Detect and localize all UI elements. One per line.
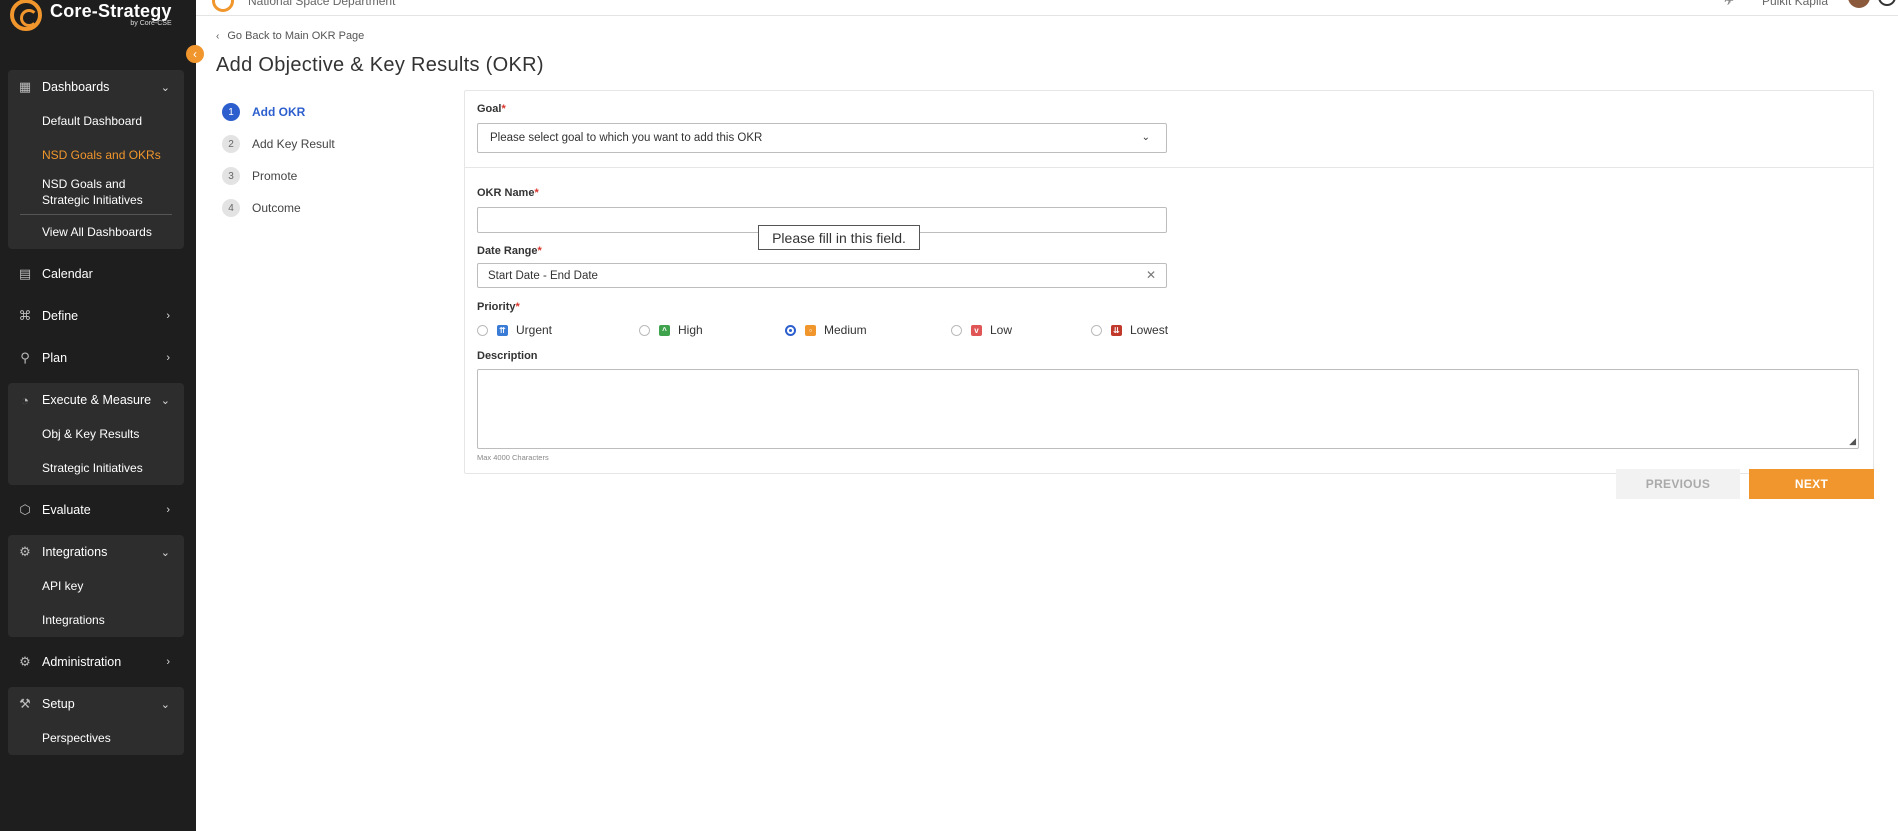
calendar-icon: ▤	[18, 266, 32, 281]
priority-low[interactable]: v Low	[951, 323, 1012, 337]
sidebar-item-administration[interactable]: ⚙ Administration ›	[8, 645, 184, 679]
validation-tooltip: Please fill in this field.	[758, 225, 920, 250]
sidebar-item-setup[interactable]: ⚒ Setup ⌄	[8, 687, 184, 721]
radio-high[interactable]	[639, 324, 650, 336]
plan-icon: ⚲	[20, 350, 30, 365]
goal-section: Goal* Please select goal to which you wa…	[465, 91, 1873, 168]
user-name[interactable]: Pulkit Kapila	[1762, 0, 1828, 8]
chevron-down-icon: ⌄	[1141, 132, 1150, 143]
description-label: Description	[477, 350, 538, 362]
sidebar-item-view-all-dashboards[interactable]: View All Dashboards	[8, 215, 184, 249]
main-content: ‹ Go Back to Main OKR Page Add Objective…	[196, 16, 1898, 831]
brand[interactable]: Core-Strategy by Core-CSE	[10, 0, 172, 34]
chevron-down-icon: ⌄	[160, 546, 170, 559]
chevron-down-icon: v	[971, 324, 982, 336]
integrations-icon: ⚙	[19, 544, 31, 559]
sidebar-item-integrations[interactable]: ⚙ Integrations ⌄	[8, 535, 184, 569]
previous-button[interactable]: PREVIOUS	[1616, 469, 1740, 499]
okr-form: Goal* Please select goal to which you wa…	[464, 90, 1874, 474]
org-logo-icon	[212, 0, 234, 12]
brand-sub: by Core-CSE	[130, 20, 172, 27]
step-promote[interactable]: 3 Promote	[222, 160, 335, 192]
chevron-down-icon: ⌄	[160, 81, 170, 94]
sidebar-item-nsd-goals-okrs[interactable]: NSD Goals and OKRs	[8, 138, 184, 172]
priority-urgent[interactable]: ⇈ Urgent	[477, 323, 552, 337]
wrench-icon: ⚒	[19, 696, 31, 711]
next-button[interactable]: NEXT	[1749, 469, 1874, 499]
sidebar-item-api-key[interactable]: API key	[8, 569, 184, 603]
chevron-right-icon: ›	[166, 504, 170, 516]
sidebar-item-perspectives[interactable]: Perspectives	[8, 721, 184, 755]
radio-low[interactable]	[951, 324, 962, 336]
chevron-right-icon: ›	[166, 656, 170, 668]
close-icon[interactable]: ✕	[1146, 268, 1156, 282]
radio-urgent[interactable]	[477, 324, 488, 336]
sidebar-item-define[interactable]: ⌘ Define ›	[8, 299, 184, 333]
nav-group-setup: ⚒ Setup ⌄ Perspectives	[8, 687, 184, 755]
sidebar-item-plan[interactable]: ⚲ Plan ›	[8, 341, 184, 375]
page-title: Add Objective & Key Results (OKR)	[216, 54, 544, 76]
gauge-icon: ◔	[21, 392, 29, 408]
step-outcome[interactable]: 4 Outcome	[222, 192, 335, 224]
priority-medium[interactable]: ▫ Medium	[785, 323, 867, 337]
radio-medium[interactable]	[785, 324, 796, 336]
nav-group-dashboards: ▦ Dashboards ⌄ Default Dashboard NSD Goa…	[8, 70, 184, 249]
double-chevron-down-icon: ⇊	[1111, 324, 1122, 336]
chevron-right-icon: ›	[166, 310, 170, 322]
brand-logo-icon	[10, 0, 42, 31]
okr-name-label: OKR Name*	[477, 187, 539, 199]
nav-group-integrations: ⚙ Integrations ⌄ API key Integrations	[8, 535, 184, 637]
date-range-label: Date Range*	[477, 245, 542, 257]
chevron-up-icon: ^	[659, 324, 670, 336]
chevron-down-icon: ⌄	[160, 698, 170, 711]
back-link[interactable]: ‹ Go Back to Main OKR Page	[216, 30, 364, 42]
brand-name: Core-Strategy	[50, 1, 172, 21]
org-name: National Space Department	[248, 0, 396, 8]
description-hint: Max 4000 Characters	[477, 453, 549, 462]
sidebar-item-strategic-initiatives[interactable]: Strategic Initiatives	[8, 451, 184, 485]
goal-select[interactable]: Please select goal to which you want to …	[477, 123, 1167, 153]
rocket-icon[interactable]: ✈	[1724, 0, 1734, 8]
hierarchy-icon: ⌘	[18, 308, 32, 323]
nav-group-execute: ◔ Execute & Measure ⌄ Obj & Key Results …	[8, 383, 184, 485]
cube-icon: ⬡	[19, 502, 31, 517]
equals-icon: ▫	[805, 324, 816, 336]
radio-lowest[interactable]	[1091, 324, 1102, 336]
dashboard-icon: ▦	[18, 79, 32, 94]
chevron-down-icon: ⌄	[160, 394, 170, 407]
sidebar-item-calendar[interactable]: ▤ Calendar	[8, 257, 184, 291]
sidebar-collapse-button[interactable]: ‹	[186, 45, 204, 63]
resize-handle-icon[interactable]: ◢	[1849, 436, 1856, 447]
globe-icon[interactable]	[1878, 0, 1896, 6]
sidebar-nav: ▦ Dashboards ⌄ Default Dashboard NSD Goa…	[8, 70, 184, 763]
chevron-right-icon: ›	[166, 352, 170, 364]
priority-lowest[interactable]: ⇊ Lowest	[1091, 323, 1168, 337]
sidebar-item-obj-key-results[interactable]: Obj & Key Results	[8, 417, 184, 451]
topbar: National Space Department ✈ Pulkit Kapil…	[196, 0, 1898, 16]
sidebar-item-evaluate[interactable]: ⬡ Evaluate ›	[8, 493, 184, 527]
sidebar-item-dashboards[interactable]: ▦ Dashboards ⌄	[8, 70, 184, 104]
app-root: Core-Strategy by Core-CSE ▦ Dashboards ⌄…	[0, 0, 1898, 831]
priority-radio-group: ⇈ Urgent ^ High ▫ Medium v Low ⇊ Lowest	[477, 323, 1177, 339]
goal-label: Goal*	[477, 103, 506, 115]
date-range-input[interactable]: Start Date - End Date ✕	[477, 263, 1167, 288]
sidebar-item-integrations-sub[interactable]: Integrations	[8, 603, 184, 637]
step-add-key-result[interactable]: 2 Add Key Result	[222, 128, 335, 160]
chevron-left-icon: ‹	[193, 47, 197, 61]
priority-high[interactable]: ^ High	[639, 323, 703, 337]
double-chevron-up-icon: ⇈	[497, 324, 508, 336]
stepper: 1 Add OKR 2 Add Key Result 3 Promote 4 O…	[222, 96, 335, 224]
sidebar-item-default-dashboard[interactable]: Default Dashboard	[8, 104, 184, 138]
priority-label: Priority*	[477, 301, 520, 313]
description-textarea[interactable]: ◢	[477, 369, 1859, 449]
avatar[interactable]	[1848, 0, 1870, 8]
chevron-left-icon: ‹	[216, 30, 220, 42]
gear-icon: ⚙	[19, 654, 31, 669]
sidebar-item-nsd-goals-initiatives[interactable]: NSD Goals and Strategic Initiatives	[8, 172, 184, 212]
sidebar-item-execute-measure[interactable]: ◔ Execute & Measure ⌄	[8, 383, 184, 417]
sidebar: Core-Strategy by Core-CSE ▦ Dashboards ⌄…	[0, 0, 196, 831]
step-add-okr[interactable]: 1 Add OKR	[222, 96, 335, 128]
